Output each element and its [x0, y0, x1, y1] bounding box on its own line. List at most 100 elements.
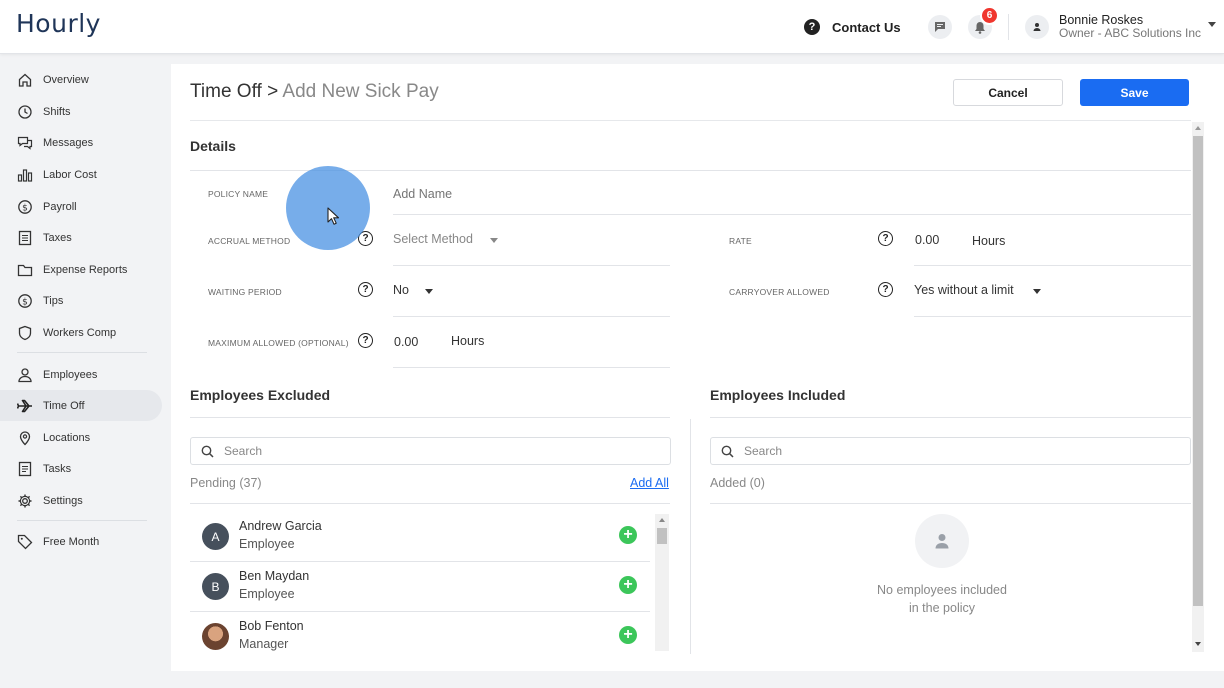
- sidebar-item-label: Locations: [43, 431, 91, 444]
- sidebar-item-locations[interactable]: Locations: [0, 422, 162, 453]
- waiting-period-label: WAITING PERIOD: [208, 287, 282, 297]
- carryover-select[interactable]: Yes without a limit: [914, 283, 1014, 297]
- shield-icon: [18, 325, 32, 340]
- sidebar-item-messages[interactable]: Messages: [0, 127, 162, 158]
- sidebar-item-label: Workers Comp: [43, 326, 117, 339]
- sidebar-item-tasks[interactable]: Tasks: [0, 453, 162, 484]
- sidebar-item-label: Employees: [43, 368, 98, 381]
- sidebar-item-free-month[interactable]: Free Month: [0, 526, 162, 557]
- scroll-up-arrow-icon[interactable]: [659, 518, 665, 522]
- rate-input[interactable]: 0.00: [915, 233, 939, 247]
- main-panel: Time Off > Add New Sick Pay Cancel Save …: [171, 64, 1224, 671]
- employee-role: Employee: [239, 537, 295, 551]
- list-item[interactable]: A Andrew Garcia Employee +: [190, 511, 670, 561]
- list-divider: [710, 503, 1191, 504]
- accrual-method-chevron-down-icon[interactable]: [490, 238, 498, 243]
- pending-count: Pending (37): [190, 476, 262, 490]
- search-placeholder: Search: [224, 444, 263, 458]
- gear-icon: [18, 494, 32, 507]
- sidebar-item-label: Tasks: [43, 462, 72, 475]
- rate-help-icon[interactable]: ?: [878, 231, 893, 246]
- waiting-period-help-icon[interactable]: ?: [358, 282, 373, 297]
- sidebar-item-settings[interactable]: Settings: [0, 485, 162, 516]
- sidebar-item-payroll[interactable]: $ Payroll: [0, 191, 162, 222]
- avatar: B: [202, 573, 229, 600]
- sidebar-item-label: Taxes: [43, 231, 72, 244]
- add-employee-plus-icon[interactable]: +: [619, 526, 637, 544]
- save-button[interactable]: Save: [1080, 79, 1189, 106]
- scroll-up-arrow-icon[interactable]: [1195, 126, 1201, 130]
- sidebar-item-taxes[interactable]: Taxes: [0, 222, 162, 253]
- contact-us-label: Contact Us: [832, 19, 901, 35]
- section-divider: [190, 417, 670, 418]
- carryover-allowed-label: CARRYOVER ALLOWED: [729, 287, 830, 297]
- add-employee-plus-icon[interactable]: +: [619, 626, 637, 644]
- bar-chart-icon: [17, 168, 33, 182]
- add-all-link[interactable]: Add All: [630, 476, 669, 490]
- scroll-down-arrow-icon[interactable]: [1195, 642, 1201, 646]
- field-underline: [393, 316, 670, 317]
- excluded-search-input[interactable]: Search: [190, 437, 671, 465]
- added-count: Added (0): [710, 476, 765, 490]
- sidebar-item-employees[interactable]: Employees: [0, 359, 162, 390]
- maximum-allowed-help-icon[interactable]: ?: [358, 333, 373, 348]
- location-pin-icon: [19, 430, 31, 445]
- document-icon: [18, 230, 32, 245]
- sidebar-divider: [17, 352, 147, 353]
- field-underline: [914, 316, 1191, 317]
- scrollbar-thumb[interactable]: [657, 528, 667, 544]
- carryover-chevron-down-icon[interactable]: [1033, 289, 1041, 294]
- included-search-input[interactable]: Search: [710, 437, 1191, 465]
- list-item[interactable]: Bob Fenton Manager +: [190, 611, 670, 661]
- scrollbar-thumb[interactable]: [1193, 136, 1203, 606]
- sidebar-item-workers-comp[interactable]: Workers Comp: [0, 317, 162, 348]
- sidebar-item-label: Free Month: [43, 535, 100, 548]
- details-title: Details: [190, 138, 236, 154]
- user-name[interactable]: Bonnie Roskes: [1059, 13, 1143, 27]
- user-avatar[interactable]: [1025, 15, 1049, 39]
- sidebar-item-tips[interactable]: $ Tips: [0, 285, 162, 316]
- list-icon: [18, 461, 32, 476]
- empty-state-message: No employees included in the policy: [861, 581, 1023, 617]
- sidebar-item-expense-reports[interactable]: Expense Reports: [0, 254, 162, 285]
- carryover-help-icon[interactable]: ?: [878, 282, 893, 297]
- sidebar-item-labor-cost[interactable]: Labor Cost: [0, 159, 162, 190]
- avatar: A: [202, 523, 229, 550]
- main-scrollbar[interactable]: [1192, 122, 1204, 652]
- cancel-button[interactable]: Cancel: [953, 79, 1063, 106]
- sidebar-item-shifts[interactable]: Shifts: [0, 96, 162, 127]
- breadcrumb-parent[interactable]: Time Off: [190, 81, 262, 102]
- chat-bubble-icon: [935, 22, 945, 32]
- accrual-method-select[interactable]: Select Method: [393, 232, 473, 246]
- breadcrumb-separator: >: [261, 81, 283, 102]
- waiting-period-chevron-down-icon[interactable]: [425, 289, 433, 294]
- policy-name-input[interactable]: [393, 184, 1183, 204]
- top-header: Hourly ? Contact Us 6 Bonnie Roskes Owne…: [0, 0, 1224, 54]
- add-employee-plus-icon[interactable]: +: [619, 576, 637, 594]
- sidebar-item-label: Shifts: [43, 105, 71, 118]
- sidebar: Overview Shifts Messages Labor Cost $ Pa…: [0, 55, 170, 688]
- list-item[interactable]: B Ben Maydan Employee +: [190, 561, 670, 611]
- list-divider: [190, 503, 670, 504]
- sidebar-item-time-off[interactable]: Time Off: [0, 390, 162, 421]
- header-divider: [190, 120, 1191, 121]
- policy-name-label: POLICY NAME: [208, 189, 269, 199]
- dollar-icon: $: [18, 293, 32, 308]
- user-menu-chevron-down-icon[interactable]: [1208, 22, 1216, 27]
- sidebar-item-label: Settings: [43, 494, 83, 507]
- person-icon: [1033, 23, 1041, 31]
- chat-icon: [17, 136, 33, 150]
- clock-icon: [18, 104, 32, 119]
- sidebar-divider: [17, 520, 147, 521]
- maximum-allowed-input[interactable]: 0.00: [394, 335, 418, 349]
- waiting-period-select[interactable]: No: [393, 283, 409, 297]
- sidebar-item-label: Overview: [43, 73, 89, 86]
- rate-unit: Hours: [972, 234, 1006, 248]
- employees-excluded-title: Employees Excluded: [190, 387, 331, 403]
- sidebar-item-overview[interactable]: Overview: [0, 64, 162, 95]
- excluded-list-scrollbar[interactable]: [655, 514, 669, 651]
- app-logo[interactable]: Hourly: [16, 9, 101, 38]
- sidebar-item-label: Time Off: [43, 399, 85, 412]
- messages-button[interactable]: [928, 15, 952, 39]
- contact-us-button[interactable]: ? Contact Us: [795, 13, 915, 41]
